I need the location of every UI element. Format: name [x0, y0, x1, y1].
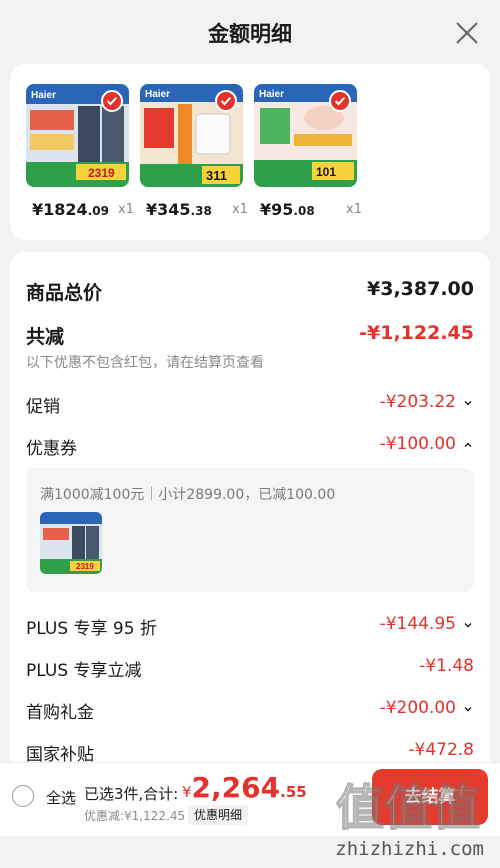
- product-qty: x1: [346, 202, 362, 217]
- first-purchase-row[interactable]: 首购礼金 -¥200.00: [26, 694, 474, 724]
- product-image: Haier 311: [140, 84, 243, 187]
- selected-check-icon: [101, 90, 123, 112]
- product-image: Haier 2319: [26, 84, 129, 187]
- total-price-row: 商品总价 ¥3,387.00: [26, 274, 474, 304]
- total-reduce-row: 共减 -¥1,122.45: [26, 318, 474, 348]
- brand-logo: Haier: [31, 90, 56, 101]
- product-item[interactable]: Haier 311 ¥345.38 x1: [140, 84, 250, 219]
- coupon-row[interactable]: 优惠券 -¥100.00: [26, 430, 474, 460]
- total-price-label: 商品总价: [26, 282, 103, 304]
- page-title: 金额明细: [208, 22, 292, 46]
- discount-note: 以下优惠不包含红包，请在结算页查看: [26, 355, 264, 371]
- product-price: ¥1824.09: [32, 200, 109, 219]
- total-reduce-value: -¥1,122.45: [359, 322, 474, 344]
- svg-text:2319: 2319: [76, 562, 94, 571]
- total-price-value: ¥3,387.00: [367, 278, 474, 300]
- product-price: ¥95.08: [260, 200, 315, 219]
- product-item[interactable]: Haier 101 ¥95.08 x1: [254, 84, 364, 219]
- selected-check-icon: [215, 90, 237, 112]
- svg-text:311: 311: [206, 168, 227, 183]
- discount-detail-button[interactable]: 优惠明细: [188, 805, 249, 825]
- brand-logo: Haier: [145, 89, 170, 100]
- product-qty: x1: [118, 202, 134, 217]
- coupon-description: 满1000减100元｜小计2899.00，已减100.00: [40, 487, 336, 503]
- select-all-label[interactable]: 全选: [46, 787, 76, 808]
- chevron-up-icon: [464, 442, 472, 447]
- svg-text:值值值: 值值值: [336, 780, 480, 834]
- plus-reduce-row: PLUS 专享立减 -¥1.48: [26, 656, 474, 681]
- brand-logo: Haier: [259, 89, 284, 100]
- coupon-detail-panel: 满1000减100元｜小计2899.00，已减100.00 2319: [26, 468, 474, 592]
- close-icon[interactable]: [454, 20, 480, 46]
- modal-header: 金额明细: [0, 0, 500, 64]
- select-all-radio[interactable]: [12, 785, 34, 807]
- selected-check-icon: [329, 90, 351, 112]
- svg-text:2319: 2319: [88, 166, 115, 180]
- watermark-logo: 值值值: [336, 779, 481, 834]
- promotion-row[interactable]: 促销 -¥203.22: [26, 388, 474, 418]
- chevron-down-icon: [464, 707, 472, 712]
- coupon-product-image: 2319: [40, 512, 102, 574]
- total-reduce-label: 共减: [26, 326, 65, 348]
- discount-summary: 优惠减:¥1,122.45: [84, 809, 186, 823]
- chevron-down-icon: [464, 401, 472, 406]
- plus-95-row[interactable]: PLUS 专享 95 折 -¥144.95: [26, 610, 474, 640]
- product-price: ¥345.38: [146, 200, 212, 219]
- selected-count: 已选3件,合计:: [84, 785, 179, 803]
- product-item[interactable]: Haier 2319 ¥1824.09 x1: [26, 84, 136, 219]
- product-image: Haier 101: [254, 84, 357, 187]
- chevron-down-icon: [464, 623, 472, 628]
- svg-text:101: 101: [316, 165, 336, 179]
- product-list: Haier 2319 ¥1824.09 x1 Haier 311 ¥345.38…: [10, 64, 490, 240]
- price-breakdown: 商品总价 ¥3,387.00 共减 -¥1,122.45 以下优惠不包含红包，请…: [10, 252, 490, 792]
- watermark-text: zhizhizhi.com: [335, 838, 484, 860]
- product-qty: x1: [232, 202, 248, 217]
- total-amount: ¥2,264.55: [182, 771, 307, 804]
